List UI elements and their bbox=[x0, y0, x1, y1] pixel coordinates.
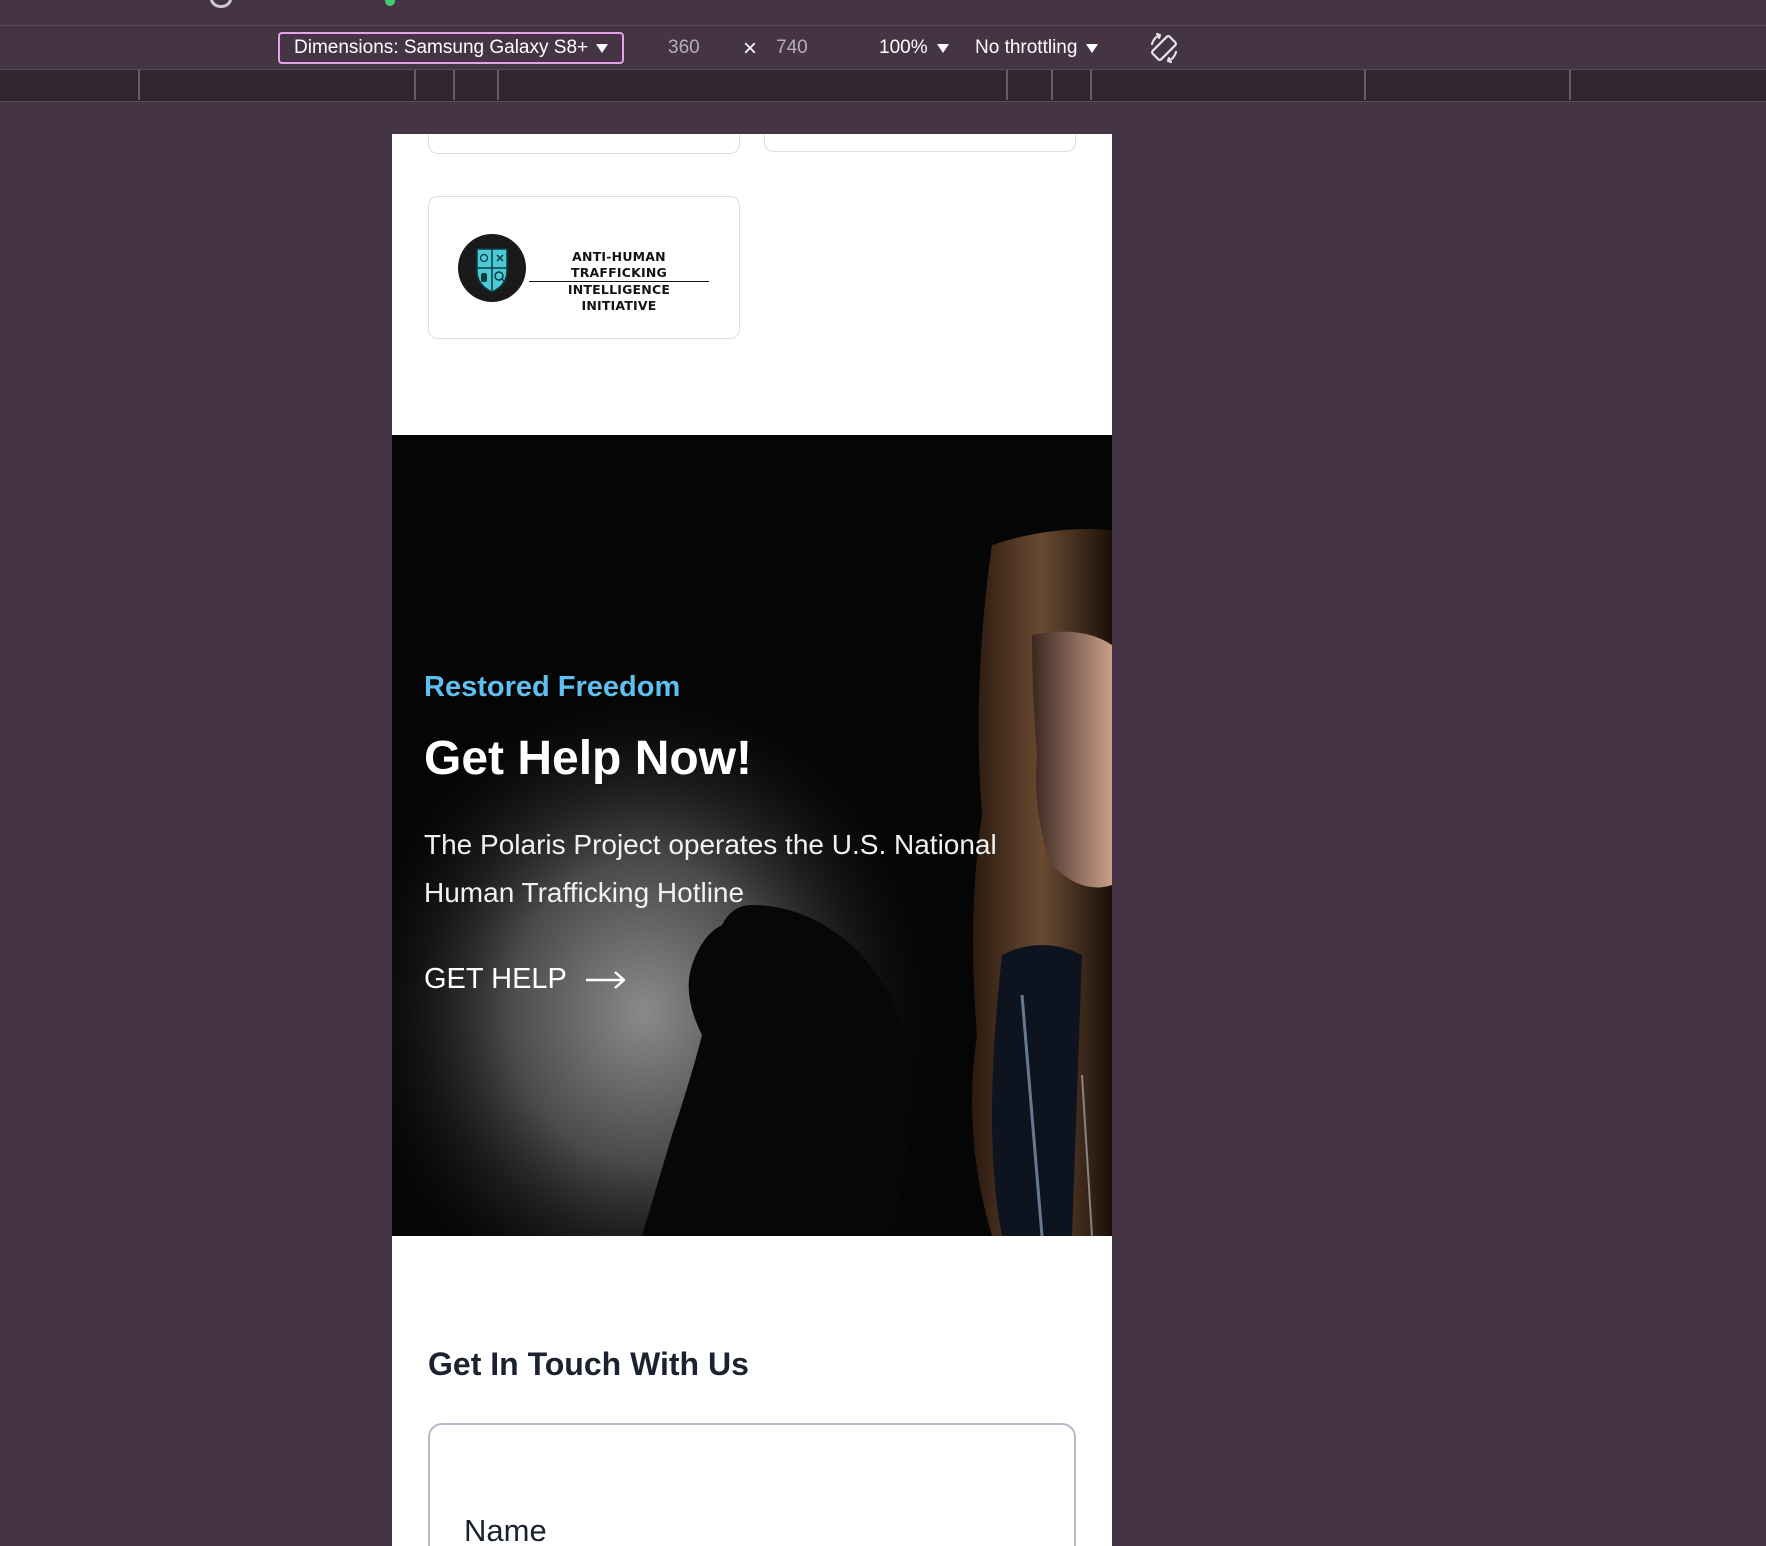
get-help-link[interactable]: GET HELP bbox=[424, 963, 627, 996]
dimensions-select[interactable]: Dimensions: Samsung Galaxy S8+ bbox=[278, 32, 625, 64]
partner-logo-text: ANTI-HUMAN TRAFFICKING INTELLIGENCE INIT… bbox=[529, 249, 709, 314]
browser-tab-strip bbox=[0, 0, 1766, 26]
times-icon: × bbox=[743, 35, 758, 62]
arrow-right-icon bbox=[585, 970, 626, 989]
throttling-label: No throttling bbox=[975, 37, 1078, 58]
rotate-icon[interactable] bbox=[1146, 30, 1182, 66]
ruler-tick bbox=[1569, 70, 1571, 100]
width-input[interactable] bbox=[668, 32, 738, 64]
zoom-label: 100% bbox=[879, 37, 928, 58]
partner-logo-card: ANTI-HUMAN TRAFFICKING INTELLIGENCE INIT… bbox=[428, 196, 740, 339]
throttling-select[interactable]: No throttling bbox=[975, 32, 1099, 64]
logo-line-2: INTELLIGENCE INITIATIVE bbox=[567, 282, 671, 313]
ruler-tick bbox=[497, 70, 499, 100]
ruler-tick bbox=[1006, 70, 1008, 100]
contact-title: Get In Touch With Us bbox=[428, 1346, 749, 1382]
ruler-tick bbox=[1051, 70, 1053, 100]
partner-logo-card bbox=[764, 134, 1076, 152]
caret-down-icon bbox=[936, 43, 949, 53]
media-query-ruler[interactable] bbox=[0, 70, 1766, 102]
hero-eyebrow: Restored Freedom bbox=[424, 671, 681, 703]
caret-down-icon bbox=[1086, 43, 1099, 53]
ruler-tick bbox=[453, 70, 455, 100]
ruler-tick bbox=[1090, 70, 1092, 100]
partner-logo-card bbox=[428, 134, 740, 154]
dimensions-label: Dimensions: Samsung Galaxy S8+ bbox=[294, 37, 589, 58]
hero-description: The Polaris Project operates the U.S. Na… bbox=[424, 829, 997, 908]
ruler-tick bbox=[138, 70, 140, 100]
device-toolbar: Dimensions: Samsung Galaxy S8+ × 100% No… bbox=[0, 26, 1766, 70]
hero-title: Get Help Now! bbox=[424, 732, 753, 785]
name-field-label: Name bbox=[464, 1513, 547, 1546]
circle-icon bbox=[210, 0, 232, 8]
shield-emblem-icon bbox=[458, 234, 526, 302]
zoom-select[interactable]: 100% bbox=[879, 32, 949, 64]
ruler-tick bbox=[1364, 70, 1366, 100]
ruler-tick bbox=[414, 70, 416, 100]
get-help-hero: Restored Freedom Get Help Now! The Polar… bbox=[392, 435, 1112, 1236]
name-field[interactable]: Name bbox=[428, 1423, 1076, 1546]
logo-line-1: ANTI-HUMAN TRAFFICKING bbox=[529, 249, 709, 282]
status-dot-icon bbox=[385, 0, 395, 6]
caret-down-icon bbox=[596, 43, 609, 53]
height-input[interactable] bbox=[776, 32, 846, 64]
get-help-label: GET HELP bbox=[424, 963, 567, 995]
device-viewport[interactable]: ANTI-HUMAN TRAFFICKING INTELLIGENCE INIT… bbox=[392, 134, 1112, 1546]
